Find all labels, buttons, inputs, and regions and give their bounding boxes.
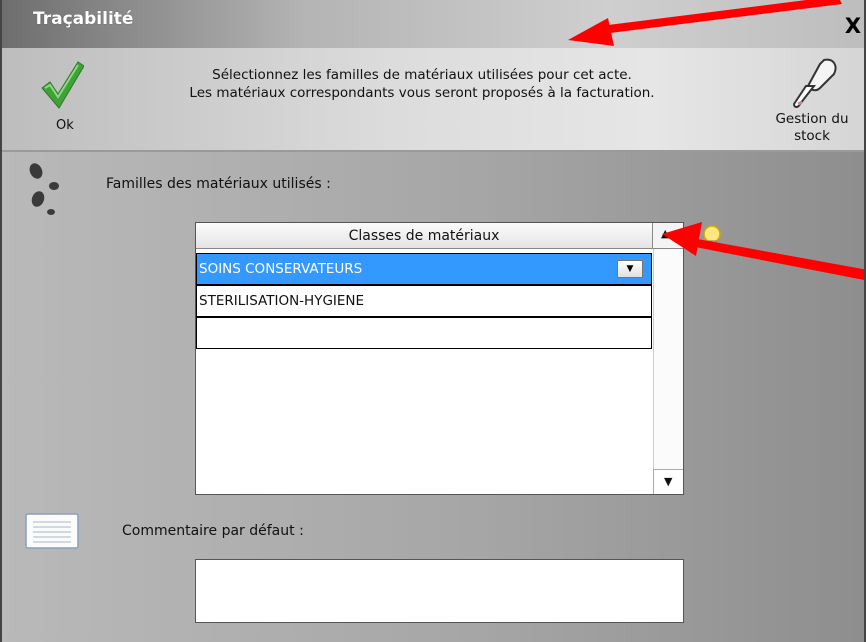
- checkmark-icon: [41, 61, 84, 109]
- title-bar[interactable]: Traçabilité X: [2, 0, 864, 48]
- comment-label: Commentaire par défaut :: [122, 523, 304, 539]
- material-classes-table[interactable]: Classes de matériaux ▲ ▼ SOINS CONSERVAT…: [195, 222, 684, 495]
- stock-label-line-2: stock: [794, 128, 830, 144]
- stock-management-button[interactable]: Gestion du stock: [764, 54, 860, 152]
- ok-label: Ok: [56, 118, 74, 133]
- chevron-up-icon: ▲: [661, 227, 670, 240]
- table-cell: SOINS CONSERVATEURS: [199, 261, 363, 277]
- annotation-arrow-middle: [662, 222, 864, 280]
- row-dropdown-button[interactable]: ▼: [617, 260, 643, 278]
- header-panel: Ok Sélectionnez les familles de matériau…: [2, 48, 864, 152]
- table-row[interactable]: STERILISATION-HYGIENE: [196, 285, 652, 317]
- stock-label: Gestion du stock: [764, 111, 860, 145]
- table-row[interactable]: [196, 317, 652, 349]
- window-title: Traçabilité: [33, 9, 134, 29]
- instructions-line-2: Les matériaux correspondants vous seront…: [189, 85, 655, 101]
- trowel-icon: [792, 58, 837, 108]
- lightbulb-icon[interactable]: [702, 224, 722, 252]
- table-cell: STERILISATION-HYGIENE: [199, 293, 365, 309]
- families-label: Familles des matériaux utilisés :: [106, 176, 331, 192]
- ok-button[interactable]: Ok: [36, 58, 90, 150]
- notepad-icon[interactable]: [25, 513, 79, 549]
- vertical-scrollbar[interactable]: [653, 249, 683, 469]
- footsteps-icon: [29, 163, 59, 215]
- stock-label-line-1: Gestion du: [775, 111, 849, 127]
- tracabilite-window: Traçabilité X Ok Sélectionnez les famill…: [0, 0, 866, 642]
- table-row[interactable]: SOINS CONSERVATEURS ▼: [196, 253, 652, 285]
- dropdown-arrow-icon: ▼: [626, 264, 634, 274]
- scroll-up-button[interactable]: ▲: [653, 223, 683, 249]
- close-button[interactable]: X: [840, 14, 864, 40]
- column-header-classes[interactable]: Classes de matériaux: [196, 223, 653, 249]
- default-comment-field[interactable]: [195, 559, 684, 623]
- instructions-text: Sélectionnez les familles de matériaux u…: [122, 66, 722, 102]
- chevron-down-icon: ▼: [664, 475, 673, 488]
- instructions-line-1: Sélectionnez les familles de matériaux u…: [212, 67, 632, 83]
- scroll-down-button[interactable]: ▼: [653, 469, 683, 494]
